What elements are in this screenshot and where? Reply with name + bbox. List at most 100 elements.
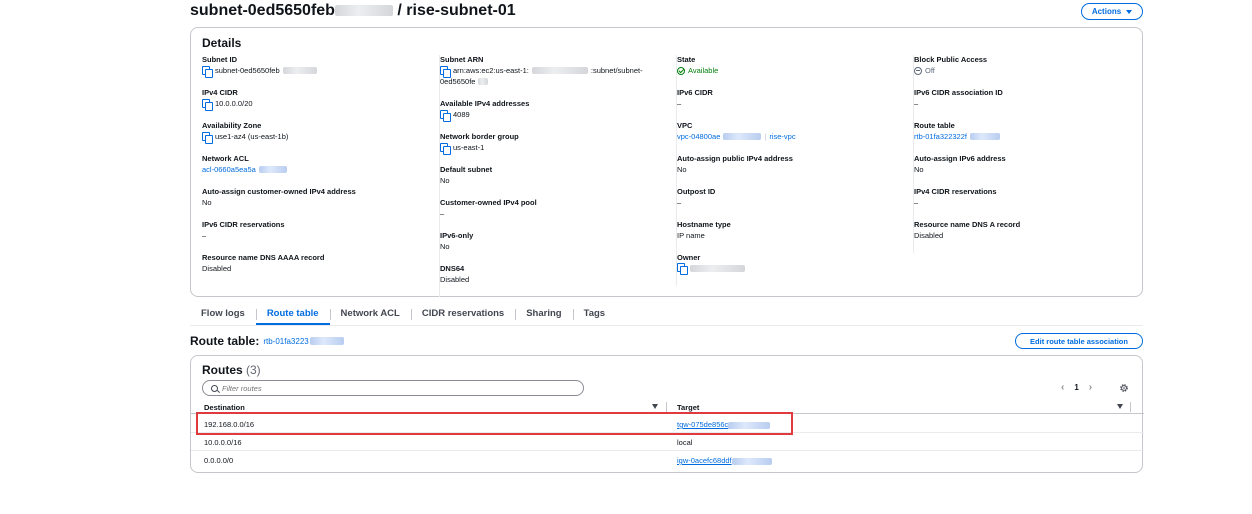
field-auto-assign-ipv6-address: Auto-assign IPv6 address No [914, 154, 1143, 187]
destination-column-header[interactable]: Destination [204, 403, 245, 412]
tab-flow-logs[interactable]: Flow logs [190, 306, 256, 325]
filter-routes-field[interactable] [202, 380, 584, 396]
copy-icon[interactable] [440, 65, 451, 78]
field-label: Network ACL [202, 154, 249, 163]
field-text: Off [925, 66, 935, 75]
off-status-icon [914, 66, 922, 75]
field-availability-zone: Availability Zone use1-az4 (us-east-1b) [202, 121, 432, 154]
details-column-4: Block Public Access Off IPv6 CIDR associat… [913, 55, 1143, 253]
field-label: State [677, 55, 696, 64]
next-page-icon[interactable]: › [1089, 382, 1092, 393]
field-resource-name-dns-aaaa-record: Resource name DNS AAAA record Disabled [202, 253, 432, 286]
field-value-resource-name-dns-a-record: Disabled [914, 230, 1143, 241]
column-resizer[interactable] [666, 402, 667, 412]
route-table-id-link[interactable]: rtb-01fa3223 [263, 337, 344, 346]
field-label: Resource name DNS AAAA record [202, 253, 325, 262]
search-icon [211, 384, 218, 392]
field-value-line2: 0ed5650fe [440, 76, 669, 87]
field-label: Route table [914, 121, 955, 130]
field-label: DNS64 [440, 264, 465, 273]
field-label: Subnet ARN [440, 55, 484, 64]
field-label: Auto-assign IPv6 address [914, 154, 1006, 163]
copy-icon[interactable] [677, 263, 688, 275]
subnet-name-title: / rise-subnet-01 [392, 2, 516, 19]
field-text[interactable]: rtb-01fa322322f [914, 131, 967, 142]
redacted-text [478, 78, 489, 85]
target-cell: local [677, 438, 692, 447]
tab-tags[interactable]: Tags [572, 306, 616, 325]
field-label: Owner [677, 253, 701, 262]
tab-sharing[interactable]: Sharing [515, 306, 572, 325]
caret-down-icon [1126, 9, 1133, 14]
filter-routes-input[interactable] [222, 383, 562, 393]
copy-icon[interactable] [440, 142, 451, 155]
actions-label: Actions [1091, 7, 1122, 16]
field-ipv4-cidr: IPv4 CIDR 10.0.0.0/20 [202, 88, 432, 121]
field-label: Hostname type [677, 220, 731, 229]
field-text: Available [688, 66, 719, 75]
field-auto-assign-customer-owned-ipv4-address: Auto-assign customer-owned IPv4 address N… [202, 187, 432, 220]
redacted-text [309, 337, 344, 346]
field-text: 4089 [453, 110, 470, 119]
gear-icon[interactable] [1119, 383, 1129, 393]
copy-icon[interactable] [440, 109, 451, 122]
field-value-auto-assign-ipv6-address: No [914, 164, 1143, 175]
table-row: 0.0.0.0/0 igw-0acefc68ddf [191, 451, 1144, 469]
field-value-subnet-arn: arn:aws:ec2:us-east-1::subnet/subnet- [440, 65, 669, 78]
field-value-vpc[interactable]: vpc-04800ae | rise-vpc [677, 131, 906, 142]
field-value-network-acl[interactable]: acl-0660a5ea5a [202, 164, 432, 175]
current-page[interactable]: 1 [1074, 383, 1078, 392]
field-auto-assign-public-ipv4-address: Auto-assign public IPv4 address No [677, 154, 906, 187]
field-label: Available IPv4 addresses [440, 99, 530, 108]
field-text: IP name [677, 231, 705, 240]
target-column-header[interactable]: Target [677, 403, 699, 412]
field-label: Network border group [440, 132, 519, 141]
previous-page-icon[interactable]: ‹ [1061, 382, 1064, 393]
field-value-resource-name-dns-aaaa-record: Disabled [202, 263, 432, 274]
field-text: No [202, 198, 212, 207]
field-value-owner [677, 263, 906, 275]
details-column-2: Subnet ARN arn:aws:ec2:us-east-1::subnet/… [439, 55, 669, 297]
target-cell[interactable]: igw-0acefc68ddf [677, 456, 772, 465]
field-default-subnet: Default subnet No [440, 165, 669, 198]
column-resizer[interactable] [1130, 402, 1131, 412]
field-value-customer-owned-ipv4-pool: – [440, 208, 669, 219]
field-value-route-table[interactable]: rtb-01fa322322f [914, 131, 1143, 142]
vpc-name-link[interactable]: rise-vpc [769, 131, 795, 142]
field-label: IPv6 CIDR reservations [202, 220, 285, 229]
field-value-available-ipv4-addresses: 4089 [440, 109, 669, 122]
field-label: Auto-assign public IPv4 address [677, 154, 793, 163]
copy-icon[interactable] [202, 65, 213, 78]
copy-icon[interactable] [202, 131, 213, 144]
field-hostname-type: Hostname type IP name [677, 220, 906, 253]
field-value-state: Available [677, 65, 906, 76]
field-label: Auto-assign customer-owned IPv4 address [202, 187, 356, 196]
field-text: No [677, 165, 687, 174]
target-text[interactable]: igw-0acefc68ddf [677, 456, 732, 465]
sort-icon[interactable] [1117, 404, 1123, 409]
field-text: – [440, 209, 445, 218]
tab-route-table[interactable]: Route table [255, 306, 330, 325]
field-label: Availability Zone [202, 121, 262, 130]
field-text[interactable]: acl-0660a5ea5a [202, 164, 256, 175]
field-available-ipv4-addresses: Available IPv4 addresses 4089 [440, 99, 669, 132]
field-label: IPv6 CIDR [677, 88, 713, 97]
field-text: subnet-0ed5650feb [215, 66, 280, 75]
sort-icon[interactable] [652, 404, 658, 409]
routes-count: (3) [246, 363, 261, 377]
tab-cidr-reservations[interactable]: CIDR reservations [410, 306, 515, 325]
field-ipv4-cidr-reservations: IPv4 CIDR reservations – [914, 187, 1143, 220]
redacted-text [969, 133, 1000, 140]
tab-network-acl[interactable]: Network ACL [329, 306, 411, 325]
edit-route-table-association-button[interactable]: Edit route table association [1015, 333, 1143, 349]
field-text: No [440, 176, 450, 185]
field-outpost-id: Outpost ID – [677, 187, 906, 220]
field-ipv6-cidr-association-id: IPv6 CIDR association ID – [914, 88, 1143, 121]
field-text[interactable]: vpc-04800ae [677, 131, 720, 142]
tab-bar: Flow logs Route table Network ACL CIDR rese… [190, 306, 1143, 326]
table-row: 10.0.0.0/16 local [191, 433, 1144, 451]
check-circle-icon [677, 66, 685, 75]
field-text: Disabled [202, 264, 232, 273]
copy-icon[interactable] [202, 98, 213, 111]
actions-button[interactable]: Actions [1081, 3, 1143, 20]
